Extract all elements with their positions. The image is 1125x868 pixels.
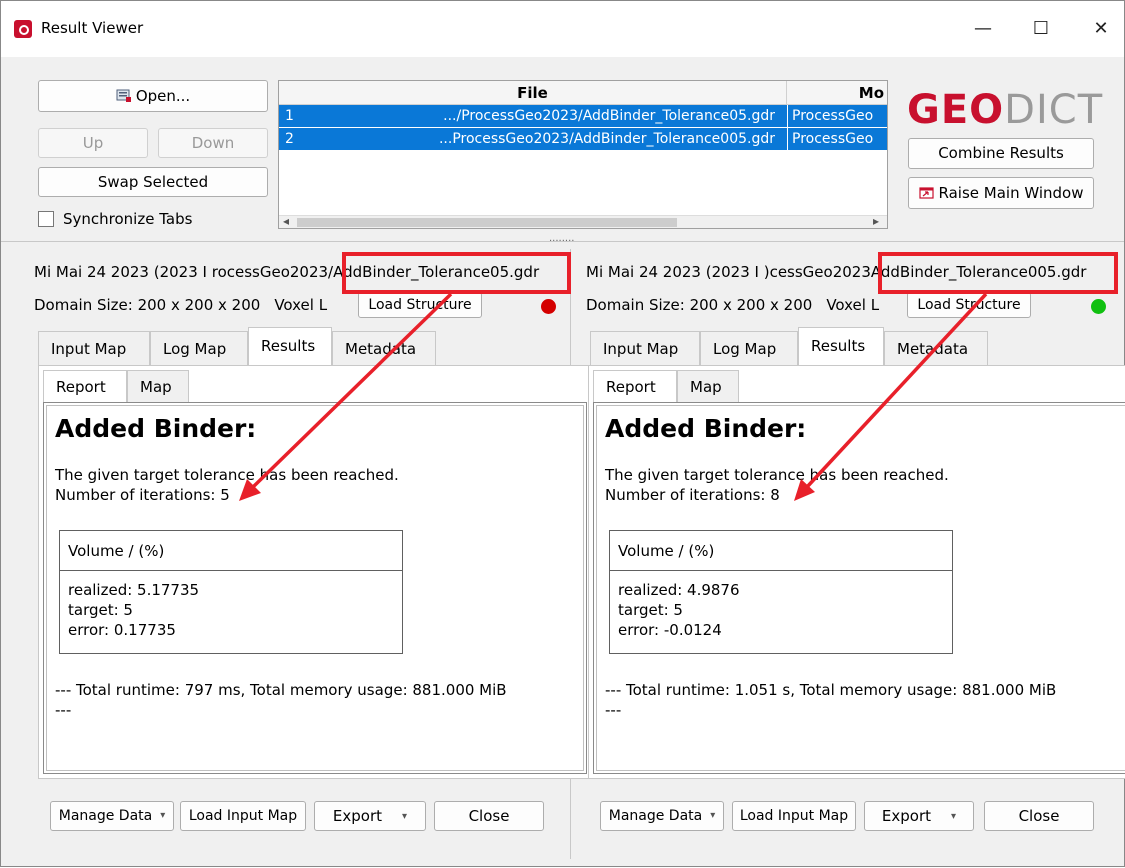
tab-results[interactable]: Results — [248, 327, 332, 365]
row-mode: ProcessGeo — [787, 128, 887, 150]
row-mode: ProcessGeo — [787, 105, 887, 127]
report-iterations-line: Number of iterations: 8 — [605, 486, 780, 504]
export-button[interactable]: Export ▾ — [314, 801, 426, 831]
horizontal-scrollbar[interactable]: ◂ ▸ — [279, 214, 887, 228]
synchronize-tabs-checkbox[interactable] — [38, 211, 54, 227]
load-structure-button[interactable]: Load Structure — [358, 292, 482, 318]
volume-target: target: 5 — [618, 601, 683, 619]
minimize-button[interactable]: — — [961, 9, 1005, 49]
combine-results-button[interactable]: Combine Results — [908, 138, 1094, 169]
report-runtime-line: --- Total runtime: 1.051 s, Total memory… — [605, 681, 1057, 699]
close-panel-button[interactable]: Close — [984, 801, 1094, 831]
tab-log-map[interactable]: Log Map — [700, 331, 798, 365]
volume-target: target: 5 — [68, 601, 133, 619]
report-end-line: --- — [55, 701, 72, 719]
annotation-box-right — [878, 252, 1118, 294]
raise-main-window-button[interactable]: Raise Main Window — [908, 177, 1094, 209]
chevron-down-icon: ▾ — [951, 811, 957, 822]
splitter-grip[interactable]: ........ — [549, 233, 574, 244]
volume-realized: realized: 5.17735 — [68, 581, 200, 599]
results-tab-content: Report Map Added Binder: The given targe… — [38, 365, 594, 779]
tab-metadata[interactable]: Metadata — [884, 331, 988, 365]
scroll-right-icon[interactable]: ▸ — [873, 214, 879, 228]
file-table[interactable]: File Mo 1 .../ProcessGeo2023/AddBinder_T… — [278, 80, 888, 229]
volume-realized: realized: 4.9876 — [618, 581, 740, 599]
report-end-line: --- — [605, 701, 622, 719]
export-button[interactable]: Export ▾ — [864, 801, 974, 831]
raise-window-icon — [918, 187, 934, 199]
open-button[interactable]: Open... — [38, 80, 268, 112]
volume-header: Volume / (%) — [610, 531, 952, 571]
report-view[interactable]: Added Binder: The given target tolerance… — [43, 402, 587, 774]
row-index: 2 — [285, 131, 294, 147]
load-structure-button[interactable]: Load Structure — [907, 292, 1031, 318]
row-file: .../ProcessGeo2023/AddBinder_Tolerance05… — [443, 108, 775, 124]
results-tab-content: Report Map Added Binder: The given targe… — [588, 365, 1125, 779]
report-iterations-line: Number of iterations: 5 — [55, 486, 230, 504]
row-index: 1 — [285, 108, 294, 124]
report-tolerance-line: The given target tolerance has been reac… — [55, 466, 399, 484]
load-input-map-button[interactable]: Load Input Map — [732, 801, 856, 831]
tab-input-map[interactable]: Input Map — [590, 331, 700, 365]
close-panel-button[interactable]: Close — [434, 801, 544, 831]
table-row[interactable]: 1 .../ProcessGeo2023/AddBinder_Tolerance… — [279, 105, 887, 127]
scroll-left-icon[interactable]: ◂ — [283, 214, 289, 228]
tab-metadata[interactable]: Metadata — [332, 331, 436, 365]
report-tolerance-line: The given target tolerance has been reac… — [605, 466, 949, 484]
title-bar: Result Viewer — ☐ ✕ — [1, 1, 1124, 57]
report-heading: Added Binder: — [55, 414, 257, 443]
status-indicator — [541, 299, 556, 314]
raise-main-window-label: Raise Main Window — [938, 184, 1084, 202]
app-icon — [14, 20, 32, 38]
result-panel-left: Mi Mai 24 2023 (2023 I rocessGeo2023/Add… — [34, 249, 594, 864]
column-header-file[interactable]: File — [279, 81, 787, 105]
chevron-down-icon: ▾ — [710, 810, 716, 821]
maximize-button[interactable]: ☐ — [1019, 9, 1063, 49]
subtab-report[interactable]: Report — [593, 370, 677, 402]
report-runtime-line: --- Total runtime: 797 ms, Total memory … — [55, 681, 507, 699]
manage-data-button[interactable]: Manage Data ▾ — [50, 801, 174, 831]
report-heading: Added Binder: — [605, 414, 807, 443]
volume-header: Volume / (%) — [60, 531, 402, 571]
volume-table: Volume / (%) realized: 4.9876 target: 5 … — [609, 530, 953, 654]
volume-error: error: 0.17735 — [68, 621, 176, 639]
volume-table: Volume / (%) realized: 5.17735 target: 5… — [59, 530, 403, 654]
result-viewer-window: Result Viewer — ☐ ✕ Open... Up Down Swap… — [0, 0, 1125, 867]
tab-results[interactable]: Results — [798, 327, 884, 365]
report-view[interactable]: Added Binder: The given target tolerance… — [593, 402, 1125, 774]
swap-selected-button[interactable]: Swap Selected — [38, 167, 268, 197]
subtab-report[interactable]: Report — [43, 370, 127, 402]
chevron-down-icon: ▾ — [402, 811, 408, 822]
load-input-map-button[interactable]: Load Input Map — [180, 801, 306, 831]
domain-size-line: Domain Size: 200 x 200 x 200 Voxel L — [586, 296, 880, 314]
column-header-mode[interactable]: Mo — [787, 81, 887, 105]
up-button[interactable]: Up — [38, 128, 148, 158]
manage-data-button[interactable]: Manage Data ▾ — [600, 801, 724, 831]
tab-input-map[interactable]: Input Map — [38, 331, 150, 365]
subtab-map[interactable]: Map — [127, 370, 189, 402]
chevron-down-icon: ▾ — [160, 810, 166, 821]
close-window-button[interactable]: ✕ — [1079, 9, 1123, 49]
geodict-logo: GEODICT — [907, 87, 1104, 133]
status-indicator — [1091, 299, 1106, 314]
row-file: ...ProcessGeo2023/AddBinder_Tolerance005… — [438, 131, 775, 147]
annotation-box-left — [342, 252, 571, 294]
result-panel-right: Mi Mai 24 2023 (2023 I )cessGeo2023AddBi… — [586, 249, 1125, 864]
subtab-map[interactable]: Map — [677, 370, 739, 402]
open-button-label: Open... — [135, 87, 191, 105]
tab-log-map[interactable]: Log Map — [150, 331, 248, 365]
domain-size-line: Domain Size: 200 x 200 x 200 Voxel L — [34, 296, 328, 314]
scrollbar-thumb[interactable] — [297, 218, 677, 227]
window-title: Result Viewer — [41, 19, 144, 37]
synchronize-tabs-label: Synchronize Tabs — [63, 210, 193, 228]
table-row[interactable]: 2 ...ProcessGeo2023/AddBinder_Tolerance0… — [279, 128, 887, 150]
down-button[interactable]: Down — [158, 128, 268, 158]
volume-error: error: -0.0124 — [618, 621, 722, 639]
open-file-icon — [116, 89, 131, 102]
